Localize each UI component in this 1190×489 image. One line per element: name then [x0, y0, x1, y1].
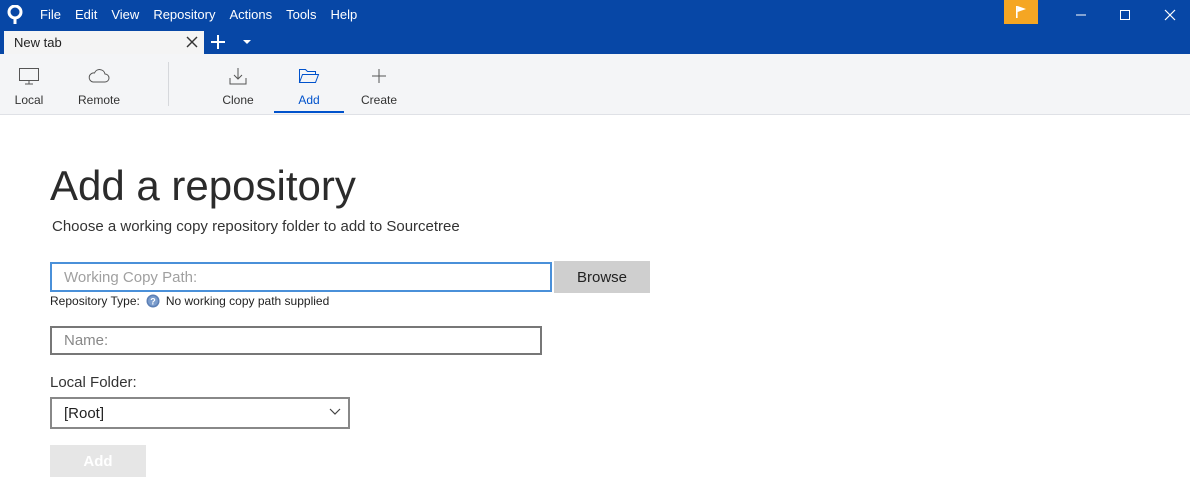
local-button[interactable]: Local — [8, 54, 50, 114]
local-folder-value: [Root] — [64, 404, 105, 422]
repository-type-label: Repository Type: — [50, 294, 140, 308]
tab-close-icon[interactable] — [186, 36, 198, 48]
add-button[interactable]: Add — [50, 445, 146, 477]
local-label: Local — [14, 93, 44, 107]
toolbar: Local Remote Clone Add Create — [0, 54, 1190, 115]
cloud-icon — [88, 66, 110, 86]
page-title: Add a repository — [50, 162, 356, 209]
close-window-button[interactable] — [1147, 0, 1190, 30]
remote-label: Remote — [77, 93, 121, 107]
sourcetree-logo-icon — [0, 0, 30, 30]
tab-list-chevron-down-icon[interactable] — [242, 39, 252, 45]
svg-text:?: ? — [150, 297, 156, 307]
working-copy-path-input[interactable] — [50, 262, 552, 292]
minimize-icon — [1076, 14, 1086, 16]
notifications-flag-button[interactable] — [1004, 0, 1038, 24]
tab-strip: New tab — [0, 30, 1190, 54]
add-tab-label: Add — [298, 93, 320, 107]
menu-help[interactable]: Help — [323, 0, 364, 30]
clone-button[interactable]: Clone — [216, 54, 260, 114]
local-folder-select[interactable]: [Root] — [50, 397, 350, 429]
folder-open-icon — [298, 66, 320, 86]
remote-button[interactable]: Remote — [72, 54, 126, 114]
clone-label: Clone — [222, 93, 254, 107]
create-label: Create — [360, 93, 398, 107]
question-help-icon: ? — [146, 294, 160, 308]
new-tab-plus-icon[interactable] — [209, 33, 227, 51]
active-tab-indicator — [274, 111, 344, 113]
tab-label: New tab — [14, 35, 62, 50]
create-button[interactable]: Create — [356, 54, 402, 114]
tab-new-tab[interactable]: New tab — [4, 31, 204, 54]
repository-type-row: Repository Type: ? No working copy path … — [50, 294, 329, 308]
close-icon — [1164, 9, 1176, 21]
flag-icon — [1016, 6, 1026, 18]
menu-actions[interactable]: Actions — [222, 0, 279, 30]
monitor-icon — [18, 66, 40, 86]
local-folder-label: Local Folder: — [50, 374, 137, 391]
menu-repository[interactable]: Repository — [146, 0, 222, 30]
plus-icon — [368, 66, 390, 86]
name-input[interactable] — [50, 326, 542, 355]
menu-tools[interactable]: Tools — [279, 0, 323, 30]
menu-bar: File Edit View Repository Actions Tools … — [33, 0, 364, 30]
maximize-icon — [1120, 10, 1130, 20]
menu-file[interactable]: File — [33, 0, 68, 30]
browse-button[interactable]: Browse — [554, 261, 650, 293]
download-icon — [227, 66, 249, 86]
minimize-button[interactable] — [1058, 0, 1104, 30]
add-tab-button[interactable]: Add — [286, 54, 332, 114]
chevron-down-icon — [329, 408, 341, 415]
toolbar-separator — [168, 62, 169, 106]
title-bar: File Edit View Repository Actions Tools … — [0, 0, 1190, 30]
repository-type-value: No working copy path supplied — [165, 294, 330, 308]
page-subtitle: Choose a working copy repository folder … — [52, 218, 460, 235]
maximize-button[interactable] — [1102, 0, 1148, 30]
menu-edit[interactable]: Edit — [68, 0, 104, 30]
menu-view[interactable]: View — [104, 0, 146, 30]
